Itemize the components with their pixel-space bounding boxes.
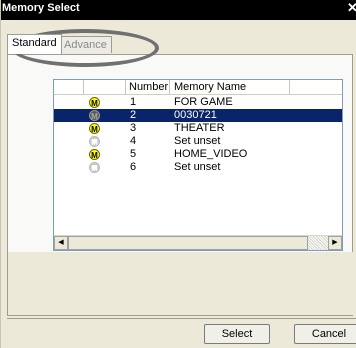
divider bbox=[7, 318, 356, 319]
memory-name: HOME_VIDEO bbox=[174, 148, 248, 160]
horizontal-scrollbar[interactable]: ◀ ▶ bbox=[54, 235, 342, 250]
memory-list[interactable]: Number Memory Name M 1 FOR GAME M 2 0030… bbox=[53, 79, 343, 251]
list-item[interactable]: M 5 HOME_VIDEO bbox=[54, 148, 342, 161]
memory-name: Set unset bbox=[174, 161, 221, 173]
memory-set-icon: M bbox=[89, 149, 100, 160]
scrollbar-thumb[interactable] bbox=[68, 236, 308, 250]
tab-strip: Standard Advance bbox=[7, 34, 347, 56]
close-icon[interactable]: ✕ bbox=[347, 0, 356, 16]
scroll-right-icon[interactable]: ▶ bbox=[328, 236, 342, 250]
memory-name: THEATER bbox=[174, 122, 225, 134]
window-title: Memory Select bbox=[2, 2, 80, 14]
column-header-icon[interactable] bbox=[54, 80, 84, 94]
scrollbar-track[interactable] bbox=[308, 236, 328, 250]
list-item-selected[interactable]: M 2 0030721 bbox=[54, 109, 342, 122]
cancel-button[interactable]: Cancel bbox=[294, 324, 356, 344]
column-header-memory-name[interactable]: Memory Name bbox=[170, 80, 290, 94]
list-item[interactable]: M 6 Set unset bbox=[54, 161, 342, 174]
memory-name: Set unset bbox=[174, 135, 221, 147]
memory-set-icon: M bbox=[89, 110, 100, 121]
memory-number: 1 bbox=[130, 96, 137, 108]
select-button[interactable]: Select bbox=[204, 324, 270, 344]
memory-number: 5 bbox=[130, 148, 137, 160]
memory-number: 2 bbox=[130, 109, 137, 121]
list-item[interactable]: M 4 Set unset bbox=[54, 135, 342, 148]
memory-number: 3 bbox=[130, 122, 137, 134]
tab-standard[interactable]: Standard bbox=[7, 34, 62, 54]
memory-name: 0030721 bbox=[174, 109, 217, 121]
memory-set-icon: M bbox=[89, 97, 100, 108]
tab-panel-footer bbox=[7, 252, 353, 316]
list-item[interactable]: M 1 FOR GAME bbox=[54, 96, 342, 109]
memory-name: FOR GAME bbox=[174, 96, 233, 108]
memory-number: 6 bbox=[130, 161, 137, 173]
column-header-number[interactable]: Number bbox=[126, 80, 170, 94]
memory-set-icon: M bbox=[89, 123, 100, 134]
memory-select-window: Memory Select ✕ Standard Advance Number … bbox=[0, 0, 356, 348]
tab-advance[interactable]: Advance bbox=[59, 36, 112, 53]
column-header-state[interactable] bbox=[84, 80, 126, 94]
memory-unset-icon: M bbox=[89, 136, 100, 147]
list-header: Number Memory Name bbox=[54, 80, 342, 95]
memory-unset-icon: M bbox=[89, 162, 100, 173]
memory-number: 4 bbox=[130, 135, 137, 147]
scroll-left-icon[interactable]: ◀ bbox=[54, 236, 68, 250]
list-item[interactable]: M 3 THEATER bbox=[54, 122, 342, 135]
title-bar[interactable]: Memory Select ✕ bbox=[1, 0, 356, 20]
